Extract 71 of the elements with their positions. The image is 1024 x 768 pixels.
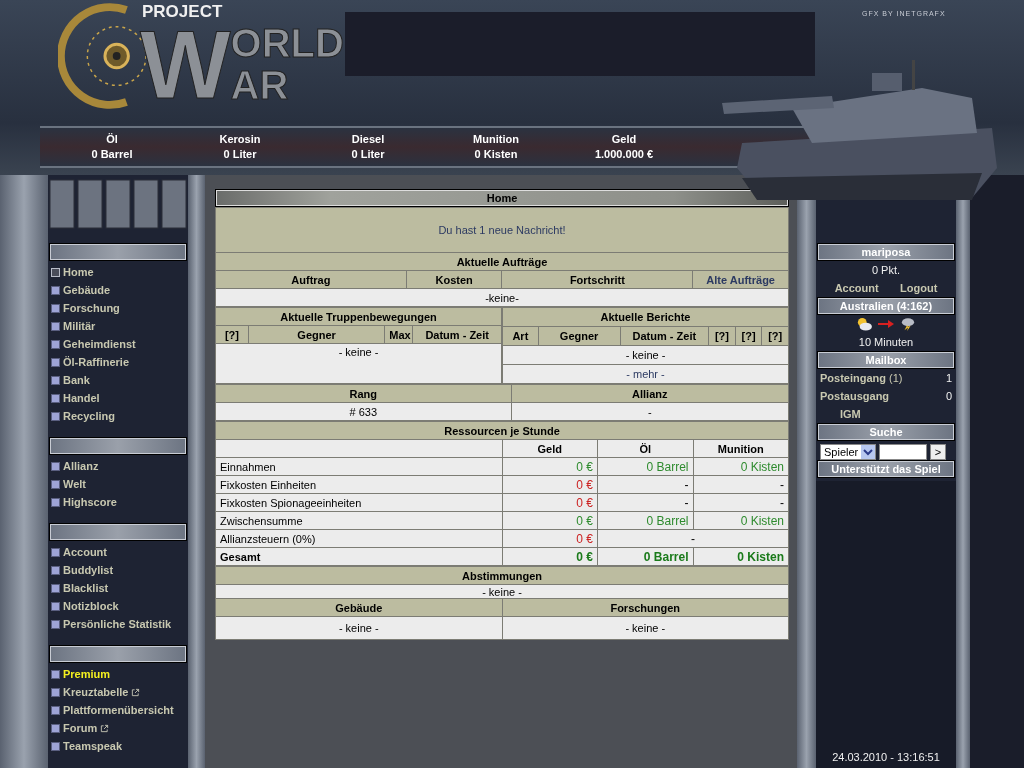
mailbox-link[interactable]: Postausgang bbox=[820, 387, 890, 405]
section-title: Ressourcen je Stunde bbox=[215, 421, 789, 440]
menu-link[interactable]: Bank bbox=[63, 374, 90, 386]
search-button[interactable]: > bbox=[930, 444, 946, 460]
menu-link[interactable]: Blacklist bbox=[63, 582, 109, 594]
page-title-bar: Home bbox=[215, 189, 789, 207]
panel-title-bar: Suche bbox=[817, 423, 955, 441]
menu-link[interactable]: Highscore bbox=[63, 496, 117, 508]
menu-link[interactable]: Account bbox=[63, 546, 107, 558]
resource-value: 0 Barrel bbox=[91, 147, 133, 162]
resource-value: 1.000.000 € bbox=[594, 147, 654, 162]
resource-label: Munition bbox=[473, 132, 519, 147]
duration-text: 10 Minuten bbox=[857, 335, 915, 350]
panel-title-bar: mariposa bbox=[817, 243, 955, 261]
menu-link[interactable]: Teamspeak bbox=[63, 740, 123, 752]
menu-link[interactable]: Öl-Raffinerie bbox=[63, 356, 129, 368]
menu-link[interactable]: Handel bbox=[63, 392, 100, 404]
menu-link[interactable]: Forschung bbox=[63, 302, 120, 314]
message-link[interactable]: Du hast 1 neue Nachricht! bbox=[438, 224, 566, 236]
menu-link[interactable]: Gebäude bbox=[63, 284, 111, 296]
menu-link[interactable]: Plattformenübersicht bbox=[63, 704, 174, 716]
menu-link[interactable]: Home bbox=[63, 266, 94, 278]
menu-link[interactable]: Militär bbox=[63, 320, 96, 332]
panel-title-bar: Unterstützt das Spiel bbox=[817, 460, 955, 478]
resource-value: 0 Kisten bbox=[474, 147, 518, 162]
menu-link[interactable]: Notizblock bbox=[63, 600, 119, 612]
arrow-icon bbox=[877, 317, 895, 331]
old-orders-link[interactable]: Alte Aufträge bbox=[706, 273, 775, 286]
resource-label: Diesel bbox=[351, 132, 385, 147]
section-title: Abstimmungen bbox=[215, 566, 789, 585]
logo-word: ORLD bbox=[230, 22, 344, 64]
section-title: Rang bbox=[215, 384, 511, 403]
mailbox-link[interactable]: Posteingang (1) bbox=[820, 369, 903, 387]
panel-title-bar: Mailbox bbox=[817, 351, 955, 369]
sun-cloud-icon bbox=[855, 317, 873, 331]
menu-link[interactable]: Recycling bbox=[63, 410, 115, 422]
resource-label: Öl bbox=[106, 132, 118, 147]
resource-label: Geld bbox=[611, 132, 637, 147]
empty-cell: - keine - bbox=[215, 616, 502, 640]
section-title: Allianz bbox=[511, 384, 789, 403]
mail-count: 1 bbox=[945, 371, 952, 386]
menu-link[interactable]: Allianz bbox=[63, 460, 99, 472]
resource-value: 0 Liter bbox=[223, 147, 257, 162]
scope-select[interactable]: Spieler bbox=[820, 444, 876, 460]
empty-cell: - keine - bbox=[215, 343, 502, 384]
resource-label: Kerosin bbox=[219, 132, 261, 147]
logo-initial: W bbox=[140, 22, 231, 108]
mail-count: 0 bbox=[945, 389, 952, 404]
resource-value: 0 Liter bbox=[351, 147, 385, 162]
search-field[interactable] bbox=[879, 444, 927, 460]
empty-cell: - keine - bbox=[502, 616, 789, 640]
igm-link[interactable]: IGM bbox=[816, 405, 956, 423]
panel-title-bar: Australien (4:162) bbox=[817, 297, 955, 315]
menu-link[interactable]: Geheimdienst bbox=[63, 338, 136, 350]
date-time-text: 24.03.2010 - 13:16:51 bbox=[816, 748, 956, 768]
menu-link[interactable]: Buddylist bbox=[63, 564, 114, 576]
more-link[interactable]: - mehr - bbox=[626, 368, 665, 380]
account-link[interactable]: Account bbox=[834, 279, 879, 297]
section-title: Aktuelle Berichte bbox=[502, 307, 789, 327]
menu-link[interactable]: Persönliche Statistik bbox=[63, 618, 172, 630]
account-link[interactable]: Logout bbox=[900, 279, 938, 297]
logo-project: PROJECT bbox=[142, 2, 224, 22]
menu-link[interactable]: Welt bbox=[63, 478, 87, 490]
menu-link[interactable]: Premium bbox=[63, 668, 111, 680]
menu-link[interactable]: Forum bbox=[63, 722, 98, 734]
logo-word: AR bbox=[230, 64, 290, 106]
section-title: Aktuelle Truppenbewegungen bbox=[215, 307, 502, 326]
menu-link[interactable]: Kreuztabelle bbox=[63, 686, 129, 698]
points-text: 0 Pkt. bbox=[870, 263, 902, 278]
dropdown-caret-icon bbox=[861, 445, 875, 459]
storm-cloud-icon bbox=[899, 317, 917, 331]
